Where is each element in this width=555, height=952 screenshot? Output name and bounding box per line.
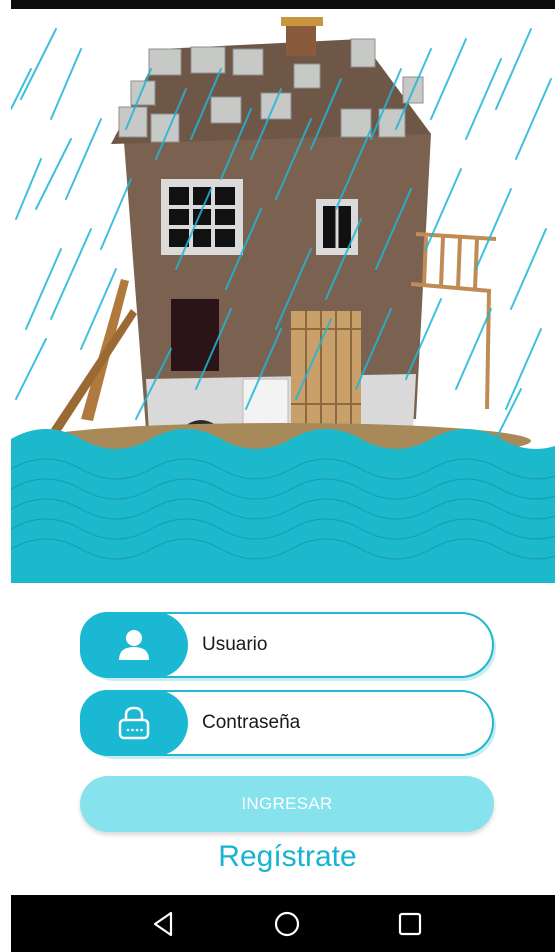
hero-illustration [11,9,555,583]
home-circle-icon [274,911,300,937]
recents-square-icon [398,912,422,936]
user-icon [119,630,149,660]
nav-recents-button[interactable] [393,907,427,941]
username-input[interactable] [202,628,472,662]
lock-icon [118,706,150,740]
nav-back-button[interactable] [147,907,181,941]
username-field[interactable] [80,612,494,678]
username-icon-cap [80,612,188,678]
flooded-house-illustration [11,17,555,583]
back-triangle-icon [153,911,173,937]
login-button[interactable]: INGRESAR [80,776,494,832]
android-navigation-bar [11,895,555,952]
nav-home-button[interactable] [270,907,304,941]
left-frame-edge [0,0,11,952]
register-link[interactable]: Regístrate [0,840,555,874]
top-status-bar [0,0,555,9]
password-icon-cap [80,690,188,756]
password-input[interactable] [202,706,472,740]
password-field[interactable] [80,690,494,756]
